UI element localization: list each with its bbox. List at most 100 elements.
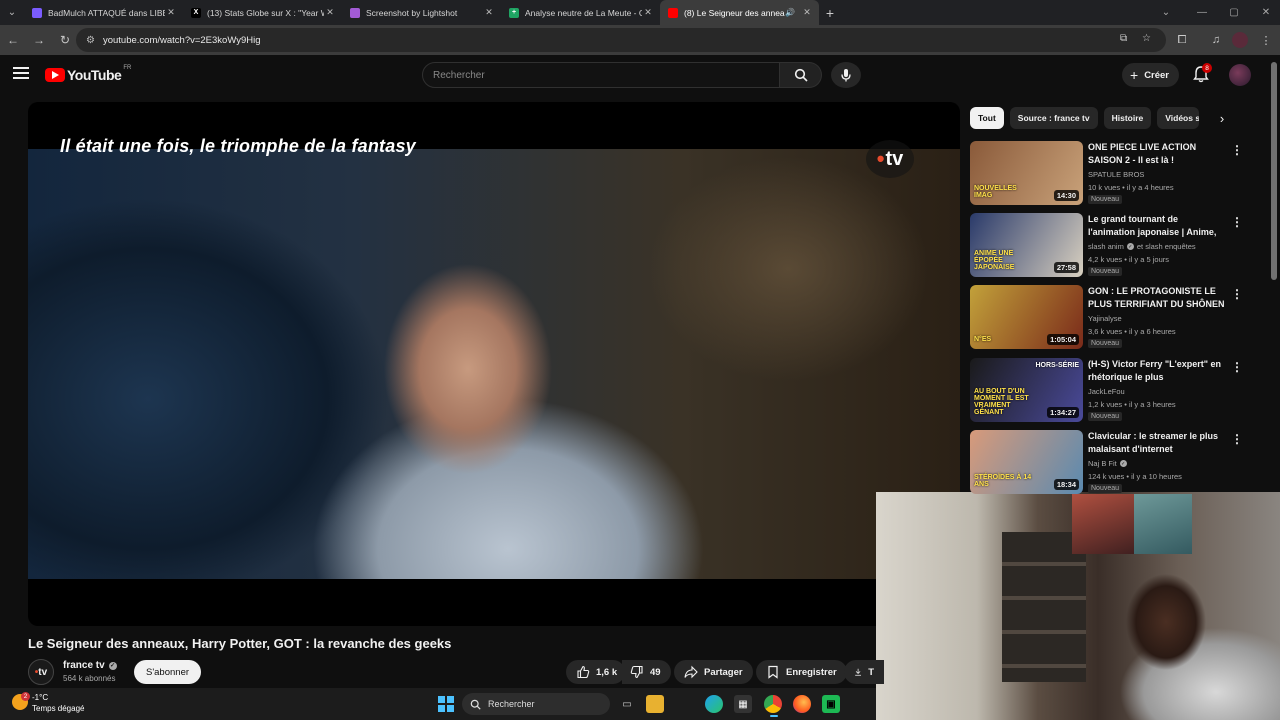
file-explorer-icon[interactable]: [646, 695, 664, 713]
speaker-icon[interactable]: 🔊: [785, 8, 795, 17]
page-scrollbar[interactable]: [1271, 62, 1277, 280]
browser-tab[interactable]: + Analyse neutre de La Meute - G ✕: [501, 0, 660, 25]
chrome-browser-icon[interactable]: [764, 695, 782, 713]
tab-title: Screenshot by Lightshot: [366, 7, 458, 18]
media-control-icon[interactable]: ♫: [1208, 32, 1224, 48]
store-icon[interactable]: ▦: [734, 695, 752, 713]
menu-hamburger-icon[interactable]: [13, 67, 29, 81]
tab-close-icon[interactable]: ✕: [801, 7, 813, 18]
dislike-button[interactable]: 49: [622, 660, 671, 684]
browser-menu-icon[interactable]: ⋮: [1258, 32, 1274, 48]
recommendation-title[interactable]: Le grand tournant de l'animation japonai…: [1088, 213, 1226, 239]
task-view-icon[interactable]: ▭: [618, 695, 636, 713]
browser-tab[interactable]: BadMulch ATTAQUÉ dans LIBÉ ✕: [24, 0, 183, 25]
account-avatar[interactable]: [1229, 64, 1251, 86]
recommendation-channel[interactable]: SPATULE BROS: [1088, 170, 1144, 179]
tab-close-icon[interactable]: ✕: [165, 7, 177, 18]
cast-icon[interactable]: ⧉: [1120, 33, 1127, 44]
firefox-icon[interactable]: [793, 695, 811, 713]
recommendation-meta: 124 k vues • il y a 10 heures: [1088, 472, 1182, 481]
url-field[interactable]: ⚙ youtube.com/watch?v=2E3koWy9Hig ⧉ ☆: [76, 28, 1166, 52]
filter-chip[interactable]: Vidéos s: [1157, 107, 1200, 129]
tab-close-icon[interactable]: ✕: [324, 7, 336, 18]
app-icon[interactable]: ▣: [822, 695, 840, 713]
back-icon[interactable]: ←: [0, 27, 26, 53]
like-button[interactable]: 1,6 k: [566, 660, 626, 684]
windows-start-icon[interactable]: [438, 696, 454, 712]
tab-close-icon[interactable]: ✕: [483, 7, 495, 18]
recommendation-title[interactable]: GON : LE PROTAGONISTE LE PLUS TERRIFIANT…: [1088, 285, 1226, 310]
france-tv-watermark: • tv: [866, 140, 914, 178]
browser-tab[interactable]: Screenshot by Lightshot ✕: [342, 0, 501, 25]
tab-favicon-icon: [350, 7, 360, 18]
forward-icon[interactable]: →: [26, 27, 52, 53]
tab-favicon-icon: [32, 7, 42, 18]
weather-widget[interactable]: 2 -1°C Temps dégagé: [12, 692, 84, 714]
tab-favicon-icon: +: [509, 7, 519, 18]
share-button[interactable]: Partager: [674, 660, 753, 684]
reload-icon[interactable]: ↻: [52, 27, 78, 53]
tab-list-icon[interactable]: ⌄: [1150, 0, 1182, 25]
recommendation-item[interactable]: N°ES 1:05:04 GON : LE PROTAGONISTE LE PLUS…: [970, 285, 1260, 351]
taskbar-search[interactable]: Rechercher: [462, 693, 610, 715]
more-options-icon[interactable]: ⋮: [1231, 432, 1243, 446]
chevron-right-icon[interactable]: ›: [1212, 108, 1232, 128]
download-button[interactable]: T: [844, 660, 884, 684]
video-thumbnail[interactable]: ANIME UNE ÉPOPÉE JAPONAISE 27:58: [970, 213, 1083, 277]
video-thumbnail[interactable]: NOUVELLES IMAG 14:30: [970, 141, 1083, 205]
more-options-icon[interactable]: ⋮: [1231, 143, 1243, 157]
recommendation-item[interactable]: AU BOUT D'UN MOMENT IL EST VRAIMENT GÊNA…: [970, 358, 1260, 424]
search-input[interactable]: Rechercher: [422, 62, 780, 88]
bookmark-star-icon[interactable]: ☆: [1142, 33, 1151, 44]
restore-button[interactable]: ▢: [1218, 0, 1250, 25]
filter-chip[interactable]: Histoire: [1103, 107, 1152, 129]
webcam-overlay: [876, 492, 1280, 720]
thumbnail-caption: AU BOUT D'UN MOMENT IL EST VRAIMENT GÊNA…: [974, 388, 1029, 416]
recommendation-channel[interactable]: Yajinalyse: [1088, 314, 1122, 323]
youtube-logo[interactable]: YouTube FR: [45, 65, 131, 83]
channel-avatar[interactable]: • tv: [28, 659, 54, 685]
new-badge: Nouveau: [1088, 195, 1123, 204]
edge-browser-icon[interactable]: [705, 695, 723, 713]
video-thumbnail[interactable]: AU BOUT D'UN MOMENT IL EST VRAIMENT GÊNA…: [970, 358, 1083, 422]
voice-search-button[interactable]: [831, 62, 861, 88]
filter-chip[interactable]: Source : france tv: [1009, 107, 1098, 129]
tab-close-icon[interactable]: ✕: [642, 7, 654, 18]
subscribe-button[interactable]: S'abonner: [134, 660, 202, 684]
plus-icon: +: [1130, 67, 1139, 83]
new-badge: Nouveau: [1088, 267, 1123, 276]
recommendation-item[interactable]: STÉROÏDES À 14 ANS 18:34 Clavicular : le s…: [970, 430, 1260, 496]
browser-tab[interactable]: (8) Le Seigneur des anneaux 🔊 ✕: [660, 0, 819, 25]
extensions-icon[interactable]: ⧠: [1174, 32, 1190, 48]
video-player[interactable]: Il était une fois, le triomphe de la fan…: [28, 102, 960, 626]
browser-tab[interactable]: X (13) Stats Globe sur X : "Year W ✕: [183, 0, 342, 25]
save-button[interactable]: Enregistrer: [756, 660, 847, 684]
filter-chip[interactable]: Tout: [970, 107, 1004, 129]
more-options-icon[interactable]: ⋮: [1231, 360, 1243, 374]
recommendation-channel[interactable]: Naj B Fit ✓: [1088, 459, 1127, 468]
site-info-icon[interactable]: ⚙: [86, 35, 95, 46]
video-duration: 18:34: [1053, 479, 1079, 490]
recommendation-item[interactable]: ANIME UNE ÉPOPÉE JAPONAISE 27:58 Le grand …: [970, 213, 1260, 279]
recommendation-title[interactable]: ONE PIECE LIVE ACTION SAISON 2 - Il est …: [1088, 141, 1226, 166]
recommendation-title[interactable]: (H-S) Victor Ferry "L'expert" en rhétori…: [1088, 358, 1226, 384]
search-icon: [470, 699, 481, 710]
video-thumbnail[interactable]: STÉROÏDES À 14 ANS 18:34: [970, 430, 1083, 494]
video-thumbnail[interactable]: N°ES 1:05:04: [970, 285, 1083, 349]
notifications-button[interactable]: 8: [1192, 63, 1212, 85]
close-window-button[interactable]: ✕: [1250, 0, 1280, 25]
tab-search-chevron-icon[interactable]: ⌄: [0, 0, 24, 25]
more-options-icon[interactable]: ⋮: [1231, 215, 1243, 229]
channel-name[interactable]: france tv ✓: [63, 660, 117, 671]
more-options-icon[interactable]: ⋮: [1231, 287, 1243, 301]
profile-avatar[interactable]: [1232, 32, 1248, 48]
recommendation-channel[interactable]: slash anim ✓ et slash enquêtes: [1088, 242, 1196, 251]
new-tab-button[interactable]: +: [819, 5, 841, 21]
recommendation-item[interactable]: NOUVELLES IMAG 14:30 ONE PIECE LIVE ACTION…: [970, 141, 1260, 207]
video-overlay-title: Il était une fois, le triomphe de la fan…: [60, 136, 416, 156]
search-button[interactable]: [780, 62, 822, 88]
create-button[interactable]: + Créer: [1122, 63, 1180, 87]
minimize-button[interactable]: —: [1186, 0, 1218, 25]
recommendation-title[interactable]: Clavicular : le streamer le plus malaisa…: [1088, 430, 1226, 455]
recommendation-channel[interactable]: JackLeFou: [1088, 387, 1125, 396]
